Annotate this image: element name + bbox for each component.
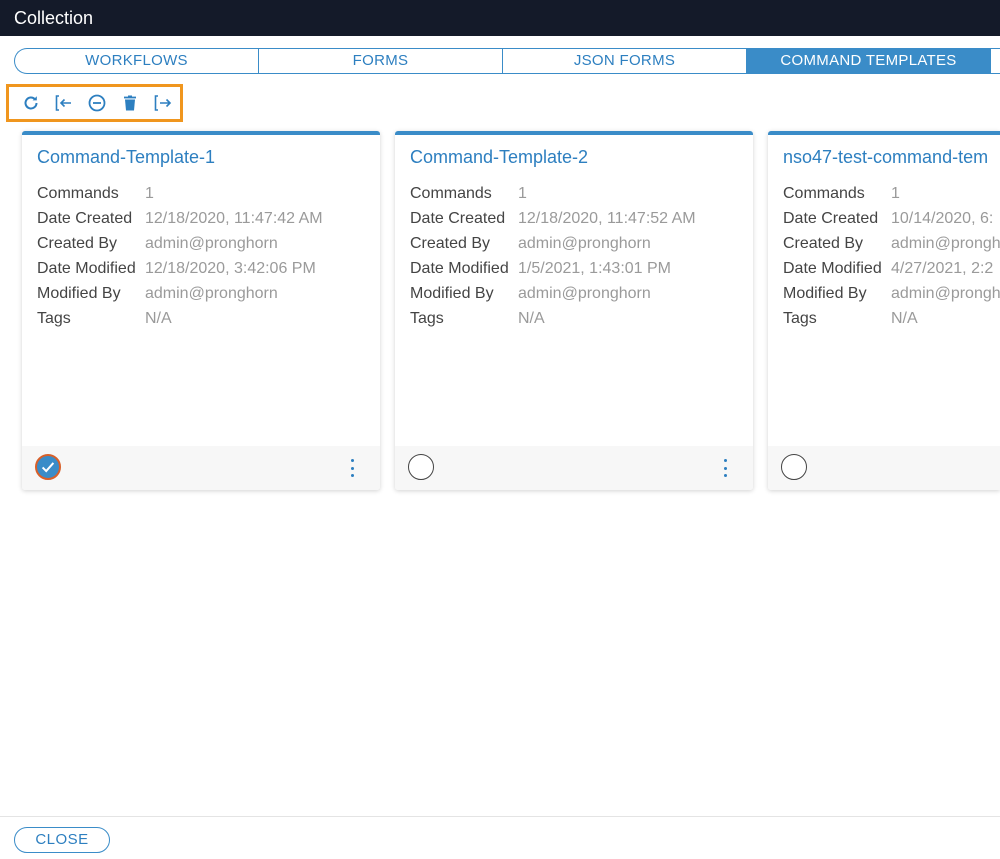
refresh-icon[interactable]: [19, 92, 42, 115]
commands-label: Commands: [37, 185, 119, 202]
date-modified-label: Date Modified: [37, 260, 136, 277]
tags-value: N/A: [145, 310, 172, 327]
date-created-label: Date Created: [410, 210, 506, 227]
commands-value: 1: [891, 185, 900, 202]
created-by-value: admin@prongh: [891, 235, 1000, 252]
commands-label: Commands: [783, 185, 865, 202]
date-modified-value: 4/27/2021, 2:2: [891, 260, 994, 277]
card-footer: [768, 446, 1000, 490]
date-created-label: Date Created: [783, 210, 879, 227]
export-icon[interactable]: [151, 92, 174, 115]
tab-workflows[interactable]: WORKFLOWS: [15, 49, 259, 73]
template-card: Command-Template-2 Commands 1 Date Create…: [395, 131, 753, 490]
remove-icon[interactable]: [85, 92, 108, 115]
card-title[interactable]: Command-Template-2: [410, 147, 588, 168]
modified-by-label: Modified By: [37, 285, 121, 302]
modified-by-label: Modified By: [410, 285, 494, 302]
template-card: Command-Template-1 Commands 1 Date Create…: [22, 131, 380, 490]
date-modified-label: Date Modified: [410, 260, 509, 277]
card-footer: [22, 446, 380, 490]
select-checkbox[interactable]: [781, 454, 807, 480]
card-title[interactable]: Command-Template-1: [37, 147, 215, 168]
tags-label: Tags: [410, 310, 444, 327]
tab-json-forms[interactable]: JSON FORMS: [503, 49, 747, 73]
tags-value: N/A: [891, 310, 918, 327]
tab-command-templates[interactable]: COMMAND TEMPLATES: [747, 49, 991, 73]
created-by-label: Created By: [410, 235, 491, 252]
created-by-value: admin@pronghorn: [145, 235, 278, 252]
import-icon[interactable]: [52, 92, 75, 115]
date-created-label: Date Created: [37, 210, 133, 227]
date-created-value: 10/14/2020, 6:: [891, 210, 994, 227]
commands-value: 1: [145, 185, 154, 202]
checkmark-icon: [41, 462, 55, 473]
card-properties: Commands 1 Date Created 12/18/2020, 11:47:…: [37, 185, 323, 335]
date-modified-value: 12/18/2020, 3:42:06 PM: [145, 260, 316, 277]
select-checkbox-checked[interactable]: [35, 454, 61, 480]
commands-value: 1: [518, 185, 527, 202]
modified-by-value: admin@pronghorn: [518, 285, 651, 302]
modified-by-label: Modified By: [783, 285, 867, 302]
more-options-icon[interactable]: [348, 459, 356, 477]
created-by-label: Created By: [783, 235, 864, 252]
card-footer: [395, 446, 753, 490]
card-properties: Commands 1 Date Created 12/18/2020, 11:47:…: [410, 185, 696, 335]
date-modified-value: 1/5/2021, 1:43:01 PM: [518, 260, 671, 277]
tab-bar: WORKFLOWS FORMS JSON FORMS COMMAND TEMPL…: [14, 48, 1000, 74]
dialog-footer: CLOSE: [0, 816, 1000, 859]
date-created-value: 12/18/2020, 11:47:52 AM: [518, 210, 696, 227]
select-checkbox[interactable]: [408, 454, 434, 480]
created-by-value: admin@pronghorn: [518, 235, 651, 252]
tab-forms[interactable]: FORMS: [259, 49, 503, 73]
modified-by-value: admin@prongh: [891, 285, 1000, 302]
close-button[interactable]: CLOSE: [14, 827, 110, 853]
modified-by-value: admin@pronghorn: [145, 285, 278, 302]
tags-label: Tags: [783, 310, 817, 327]
window-title: Collection: [0, 0, 1000, 36]
toolbar: [6, 84, 183, 122]
more-options-icon[interactable]: [721, 459, 729, 477]
tags-value: N/A: [518, 310, 545, 327]
date-created-value: 12/18/2020, 11:47:42 AM: [145, 210, 323, 227]
tags-label: Tags: [37, 310, 71, 327]
delete-icon[interactable]: [118, 92, 141, 115]
created-by-label: Created By: [37, 235, 118, 252]
card-title[interactable]: nso47-test-command-tem: [783, 147, 988, 168]
template-card: nso47-test-command-tem Commands 1 Date Cr…: [768, 131, 1000, 490]
card-properties: Commands 1 Date Created 10/14/2020, 6: Cre…: [783, 185, 1000, 335]
date-modified-label: Date Modified: [783, 260, 882, 277]
commands-label: Commands: [410, 185, 492, 202]
